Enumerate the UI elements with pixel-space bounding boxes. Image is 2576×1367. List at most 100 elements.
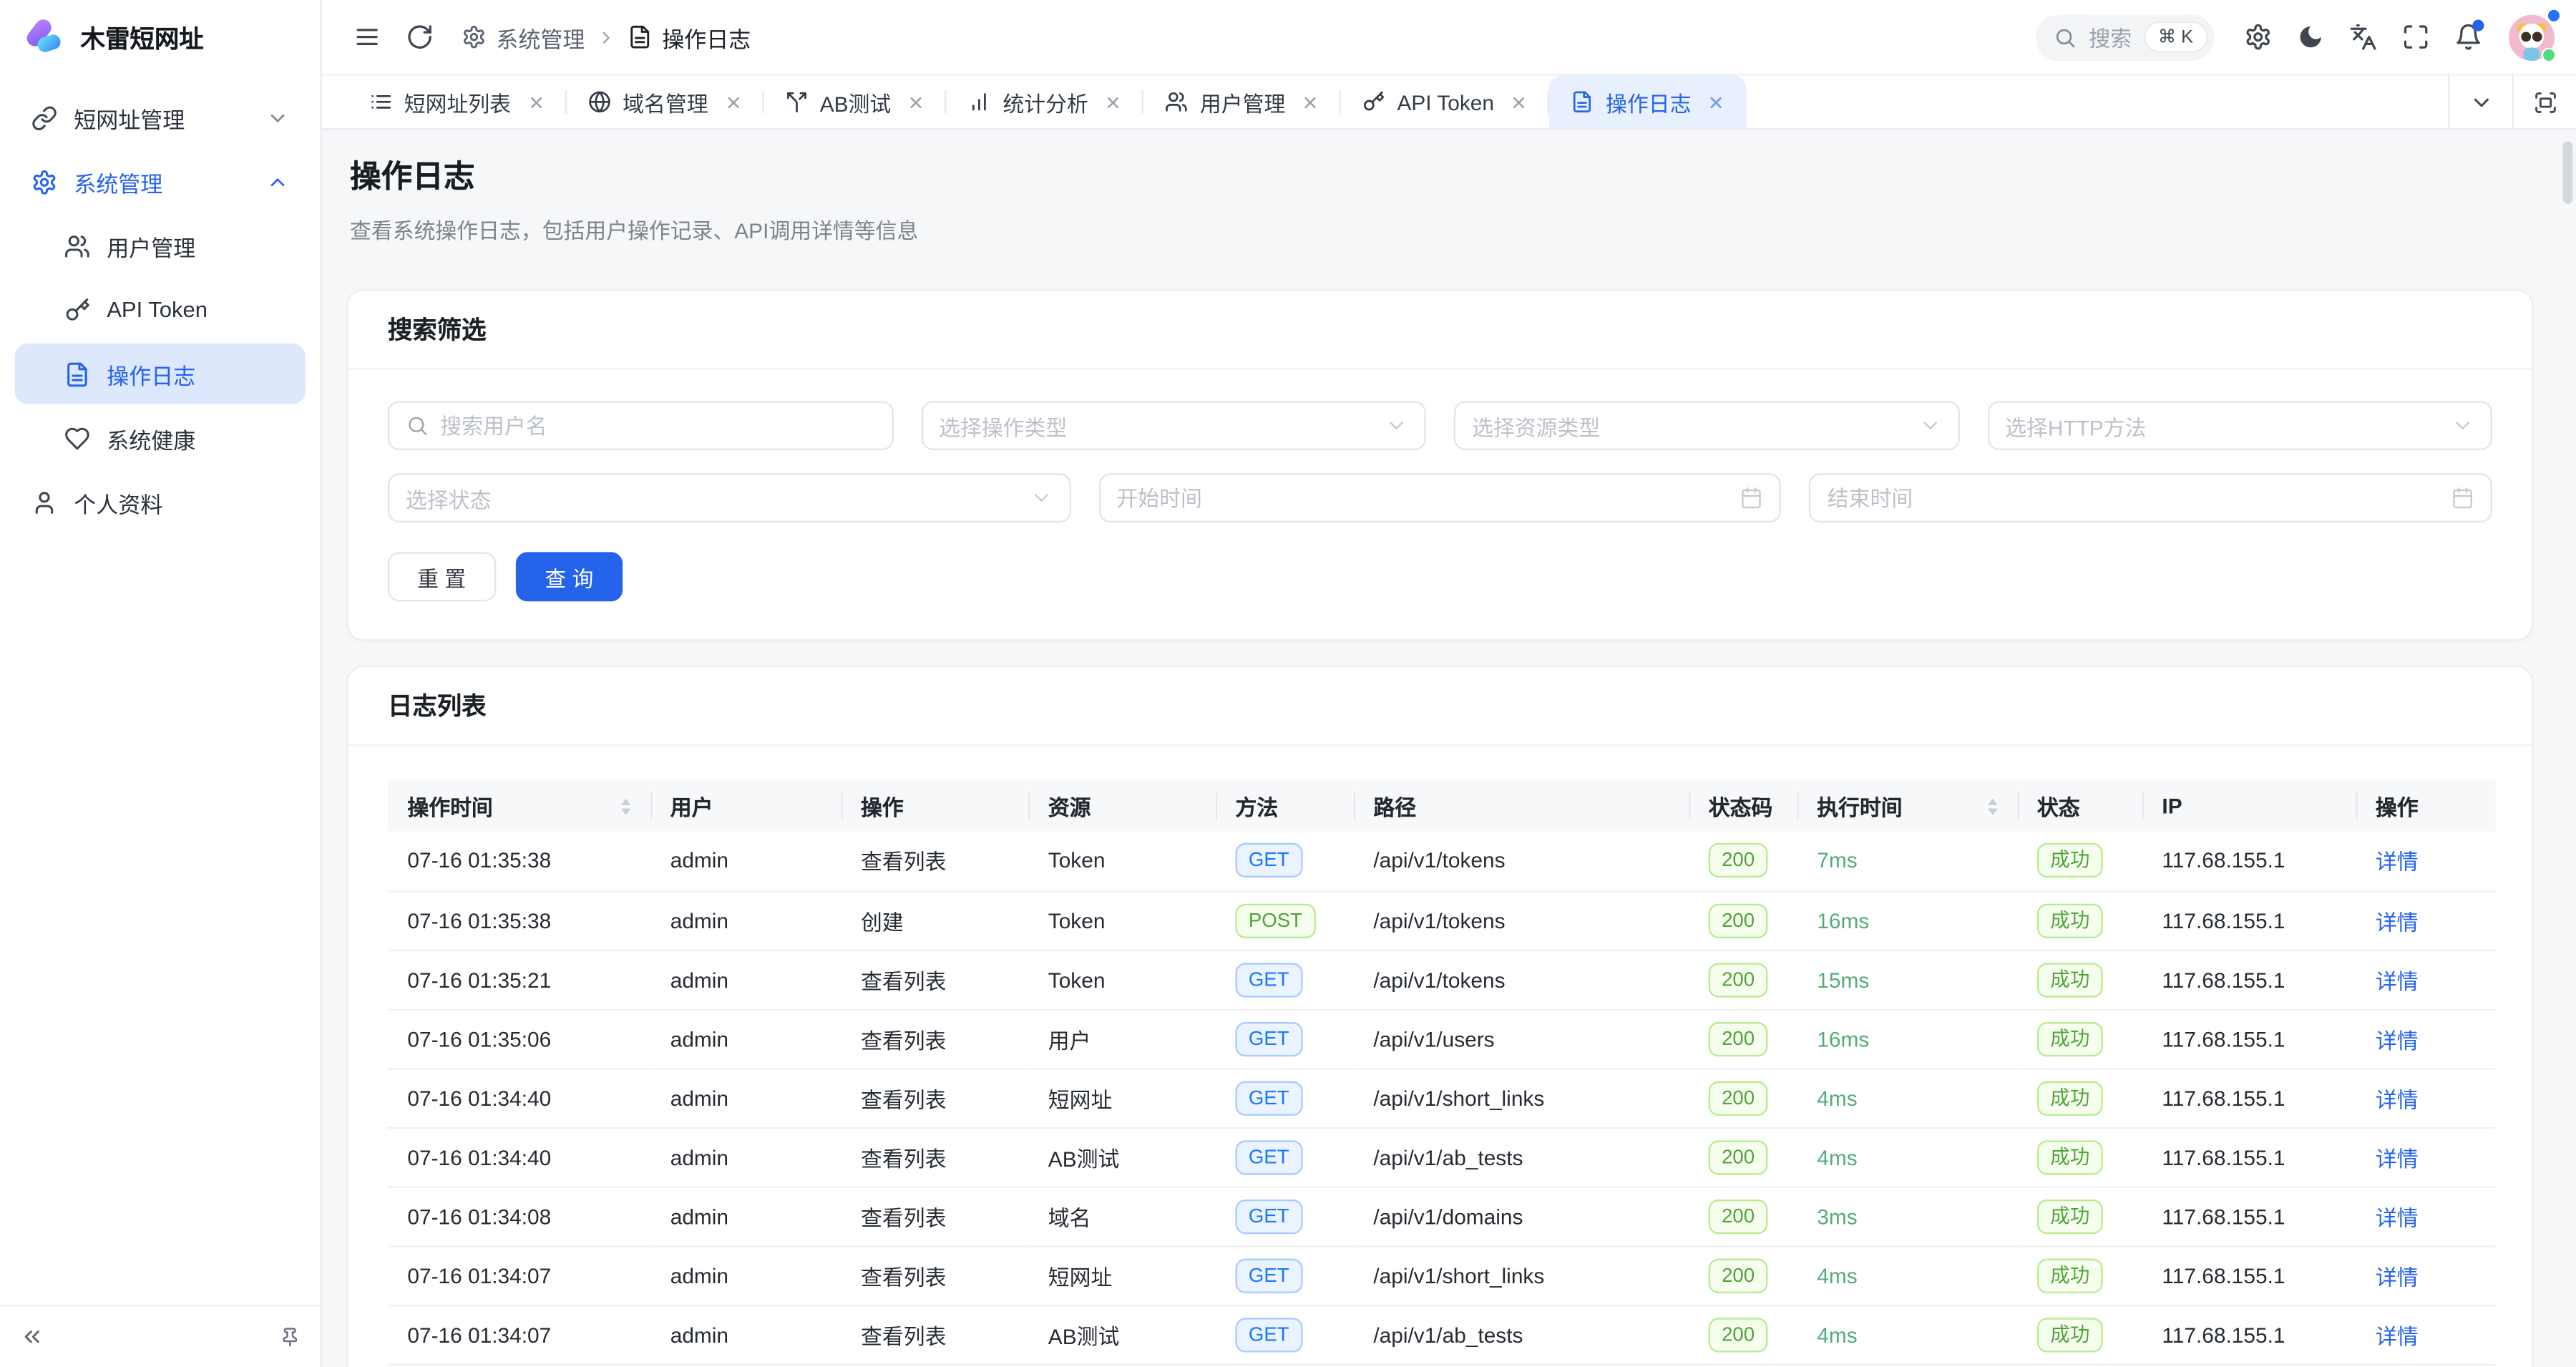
- tab-short-link-list[interactable]: 短网址列表: [348, 76, 567, 128]
- notifications-bell-icon[interactable]: [2444, 14, 2490, 60]
- status-select[interactable]: 选择状态: [388, 473, 1070, 522]
- close-icon[interactable]: [1511, 93, 1528, 111]
- close-icon[interactable]: [1302, 93, 1319, 111]
- tab-statistics[interactable]: 统计分析: [947, 76, 1144, 128]
- cell-action: 查看列表: [841, 832, 1029, 891]
- tab-api-token[interactable]: API Token: [1341, 76, 1550, 128]
- tab-ab-test[interactable]: AB测试: [764, 76, 947, 128]
- sidebar-subitem-api-token[interactable]: API Token: [15, 279, 306, 340]
- fullscreen-icon[interactable]: [2392, 14, 2438, 60]
- cell-path: /api/v1/ab_tests: [1354, 1305, 1689, 1364]
- content-fullscreen-icon[interactable]: [2512, 76, 2576, 128]
- reset-button[interactable]: 重 置: [388, 552, 496, 601]
- close-icon[interactable]: [527, 93, 545, 111]
- sidebar-subitem-operation-log[interactable]: 操作日志: [15, 344, 306, 404]
- tab-label: 用户管理: [1200, 87, 1285, 118]
- http-method-select[interactable]: 选择HTTP方法: [1987, 401, 2492, 450]
- tabbar-controls: [2448, 76, 2576, 128]
- cell-time: 07-16 01:35:38: [388, 832, 650, 891]
- breadcrumb-current[interactable]: 操作日志: [628, 21, 751, 54]
- status-badge: 成功: [2037, 1258, 2103, 1293]
- close-icon[interactable]: [1707, 93, 1725, 111]
- language-icon[interactable]: [2339, 14, 2385, 60]
- start-time-input[interactable]: [1116, 485, 1729, 510]
- query-button[interactable]: 查 询: [515, 552, 623, 601]
- breadcrumb-section[interactable]: 系统管理: [462, 21, 585, 54]
- sidebar-subitem-user-management[interactable]: 用户管理: [15, 215, 306, 276]
- start-time-picker[interactable]: [1098, 473, 1781, 522]
- sidebar-item-label: 系统管理: [74, 165, 162, 198]
- cell-action: 查看列表: [841, 1245, 1029, 1305]
- sidebar-subitem-system-health[interactable]: 系统健康: [15, 407, 306, 468]
- cell-path: /api/v1/tokens: [1354, 832, 1689, 891]
- close-icon[interactable]: [907, 93, 925, 111]
- log-list-card: 日志列表 操作时间: [346, 666, 2533, 1367]
- brand-title: 木雷短网址: [80, 21, 203, 55]
- username-search-field[interactable]: [388, 401, 893, 450]
- cell-time: 07-16 01:34:40: [388, 1127, 650, 1187]
- collapse-sidebar-icon[interactable]: [20, 1324, 44, 1348]
- tab-list-dropdown-icon[interactable]: [2448, 76, 2512, 128]
- scrollbar-thumb[interactable]: [2563, 141, 2573, 203]
- cell-action: 查看列表: [841, 1009, 1029, 1069]
- global-search-button[interactable]: 搜索 ⌘ K: [2035, 14, 2215, 60]
- cell-ip: 117.68.155.1: [2142, 1068, 2356, 1127]
- detail-link[interactable]: 详情: [2376, 1146, 2419, 1170]
- column-header-time[interactable]: 操作时间: [388, 781, 650, 832]
- tab-user-management[interactable]: 用户管理: [1144, 76, 1342, 128]
- pin-icon[interactable]: [279, 1326, 301, 1348]
- end-time-input[interactable]: [1828, 485, 2440, 510]
- page-subtitle: 查看系统操作日志，包括用户操作记录、API调用详情等信息: [350, 213, 2533, 245]
- refresh-icon[interactable]: [396, 14, 441, 60]
- cell-path: /api/v1/tokens: [1354, 890, 1689, 950]
- sidebar-item-label: 个人资料: [74, 485, 162, 518]
- chevron-down-icon: [2451, 414, 2474, 437]
- username-search-input[interactable]: [440, 413, 874, 437]
- action-type-select[interactable]: 选择操作类型: [921, 401, 1426, 450]
- status-code-badge: 200: [1709, 1139, 1768, 1174]
- tab-label: 统计分析: [1002, 87, 1088, 118]
- status-badge: 成功: [2037, 1021, 2103, 1056]
- detail-link[interactable]: 详情: [2376, 1205, 2419, 1230]
- column-header-operation: 操作: [2356, 781, 2495, 832]
- detail-link[interactable]: 详情: [2376, 1265, 2419, 1289]
- cell-duration: 16ms: [1797, 1009, 2018, 1069]
- cell-path: /api/v1/domains: [1354, 1187, 1689, 1246]
- settings-icon[interactable]: [2234, 14, 2280, 60]
- tab-label: 短网址列表: [404, 87, 511, 118]
- detail-link[interactable]: 详情: [2376, 1323, 2419, 1348]
- user-avatar[interactable]: [2509, 14, 2555, 60]
- gear-icon: [462, 24, 486, 49]
- detail-link[interactable]: 详情: [2376, 1028, 2419, 1052]
- cell-resource: Token: [1028, 950, 1216, 1009]
- detail-link[interactable]: 详情: [2376, 968, 2419, 993]
- column-header-duration[interactable]: 执行时间: [1797, 781, 2018, 832]
- filter-buttons: 重 置 查 询: [388, 552, 2492, 601]
- hamburger-menu-icon[interactable]: [343, 14, 389, 60]
- close-icon[interactable]: [1105, 93, 1123, 111]
- dark-mode-moon-icon[interactable]: [2287, 14, 2333, 60]
- file-text-icon: [1571, 90, 1594, 113]
- cell-action: 查看列表: [841, 1187, 1029, 1246]
- end-time-picker[interactable]: [1810, 473, 2492, 522]
- method-badge: GET: [1236, 1199, 1302, 1233]
- detail-link[interactable]: 详情: [2376, 910, 2419, 934]
- sidebar-item-system-management[interactable]: 系统管理: [15, 151, 306, 212]
- brand[interactable]: 木雷短网址: [0, 0, 321, 76]
- resource-type-select[interactable]: 选择资源类型: [1454, 401, 1959, 450]
- sidebar-item-short-url-management[interactable]: 短网址管理: [15, 87, 306, 148]
- cell-action: 查看列表: [841, 1364, 1029, 1367]
- sort-icon[interactable]: [621, 798, 631, 814]
- sidebar-item-profile[interactable]: 个人资料: [15, 472, 306, 532]
- tab-domain-management[interactable]: 域名管理: [567, 76, 764, 128]
- sort-icon[interactable]: [1988, 798, 1998, 814]
- calendar-icon: [1740, 487, 1763, 510]
- column-header-ip: IP: [2142, 781, 2356, 832]
- filter-card: 搜索筛选 选择操作类型 选择资源类型: [346, 289, 2533, 641]
- detail-link[interactable]: 详情: [2376, 850, 2419, 875]
- tab-operation-log[interactable]: 操作日志: [1550, 76, 1747, 128]
- cell-user: admin: [650, 890, 841, 950]
- close-icon[interactable]: [725, 93, 743, 111]
- cell-user: admin: [650, 1245, 841, 1305]
- detail-link[interactable]: 详情: [2376, 1087, 2419, 1111]
